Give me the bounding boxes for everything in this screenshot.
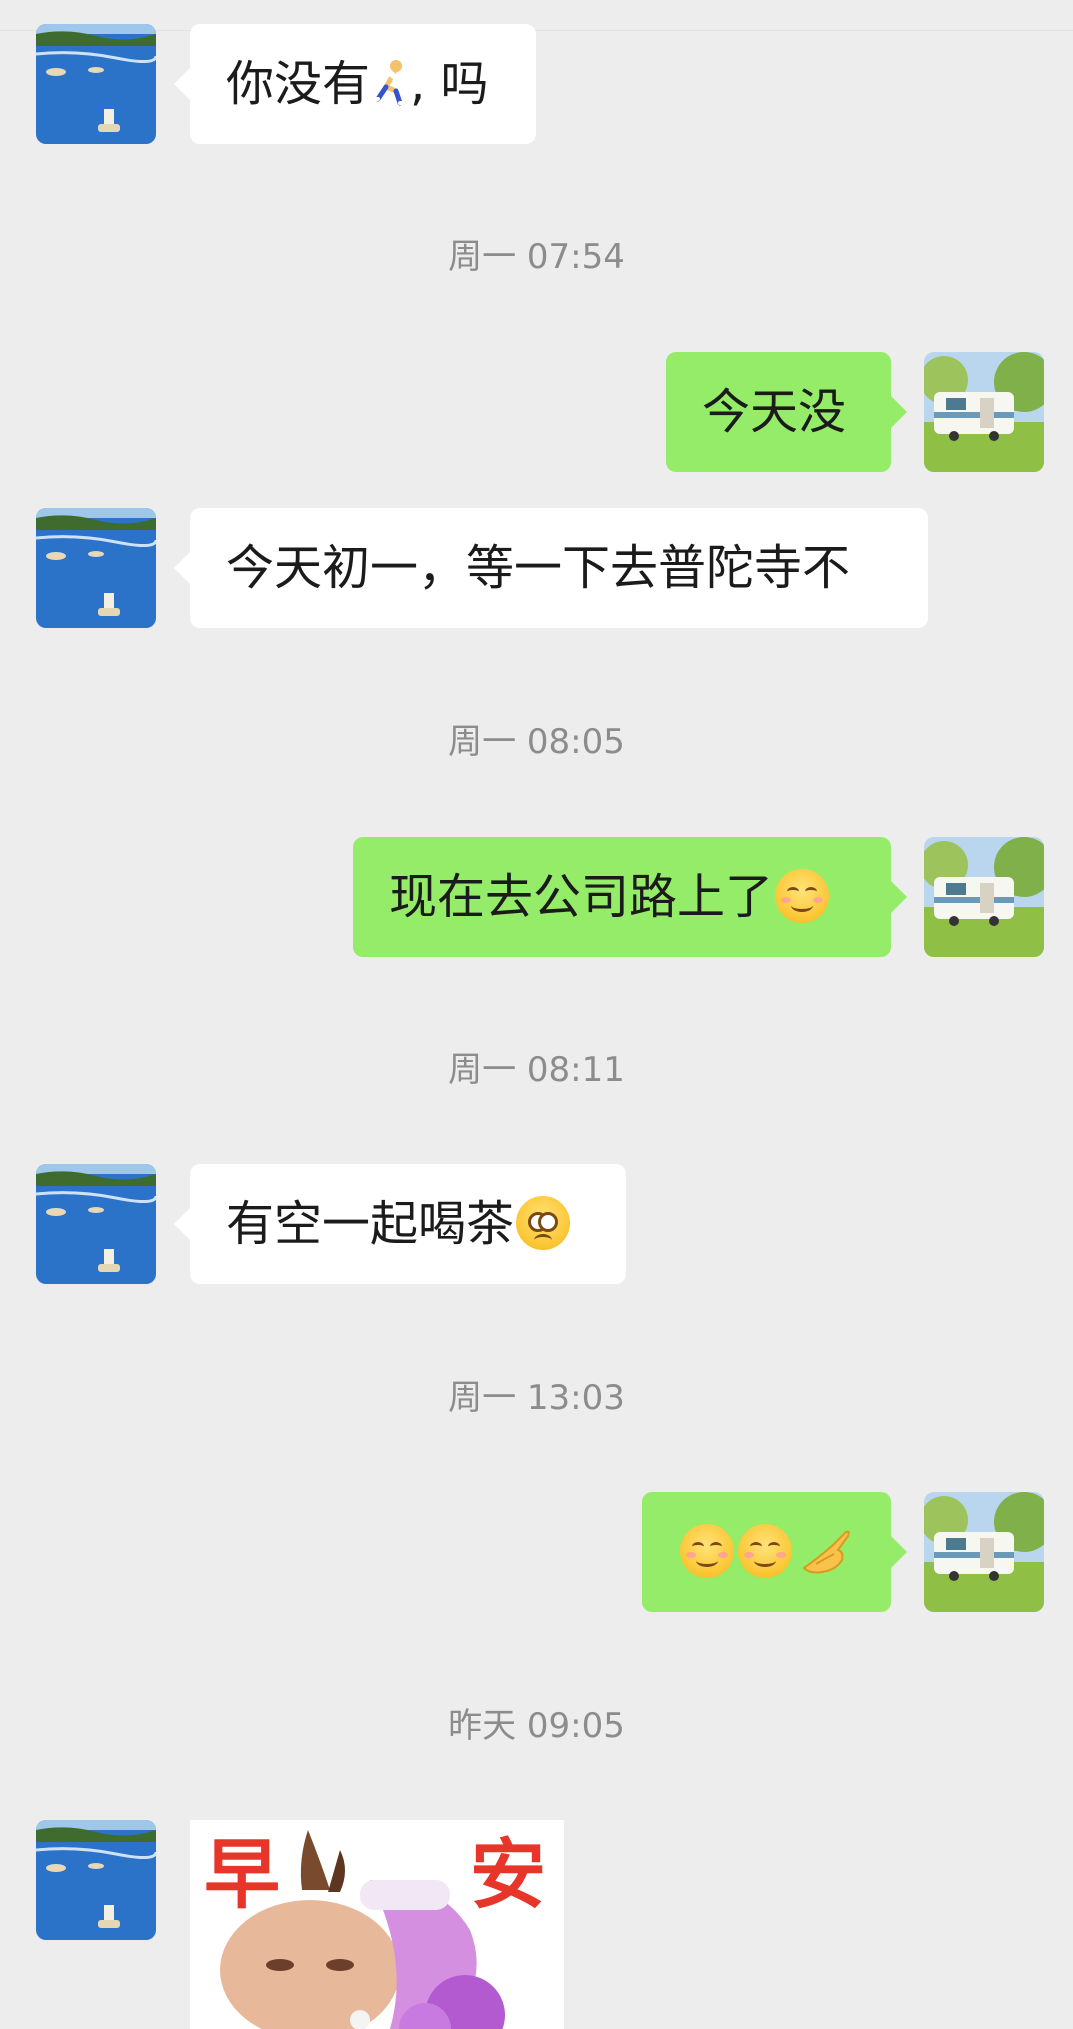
pleading-face-emoji-icon [516,1196,571,1250]
caravan-avatar-image [924,1492,1044,1612]
message-text: 今天初一，等一下去普陀寺不 [226,540,851,596]
my-avatar[interactable] [924,352,1044,472]
timestamp: 周一 08:11 [448,1050,625,1090]
sticker-text-right: 安 [470,1830,546,1919]
message-text: 有空一起喝茶 [226,1196,515,1252]
contact-avatar[interactable] [36,508,156,628]
message-bubble-incoming[interactable]: 你没有 , 吗 [174,24,536,144]
top-divider [0,30,1073,31]
seascape-avatar-image [36,508,156,628]
my-avatar[interactable] [924,1492,1044,1612]
caravan-avatar-image [924,352,1044,472]
message-bubble-outgoing[interactable]: 今天没 [666,352,907,472]
seascape-avatar-image [36,24,156,144]
ok-hand-emoji-icon [802,1530,850,1574]
timestamp: 周一 07:54 [448,237,625,277]
timestamp: 昨天 09:05 [448,1706,625,1746]
message-text: 今天没 [702,384,847,440]
message-bubble-incoming[interactable]: 今天初一，等一下去普陀寺不 [174,508,928,628]
smiling-face-emoji-icon [738,1524,792,1578]
seascape-avatar-image [36,1164,156,1284]
message-bubble-outgoing[interactable]: 现在去公司路上了 [353,837,907,957]
message-bubble-incoming[interactable]: 有空一起喝茶 [174,1164,626,1284]
message-text: 现在去公司路上了 [389,869,774,925]
timestamp: 周一 08:05 [448,722,625,762]
message-text: 你没有 [226,56,371,112]
smiling-face-emoji-icon [680,1524,734,1578]
smiling-face-emoji-icon [775,869,830,923]
good-morning-sticker[interactable]: 早 安 [190,1820,564,2029]
message-bubble-outgoing[interactable] [642,1492,907,1612]
my-avatar[interactable] [924,837,1044,957]
sticker-text-left: 早 [204,1830,280,1919]
caravan-avatar-image [924,837,1044,957]
timestamp: 周一 13:03 [448,1378,625,1418]
message-text-suffix: 吗 [440,56,489,112]
runner-emoji-icon [370,60,409,106]
seascape-avatar-image [36,1820,156,1940]
contact-avatar[interactable] [36,1820,156,1940]
contact-avatar[interactable] [36,1164,156,1284]
contact-avatar[interactable] [36,24,156,144]
